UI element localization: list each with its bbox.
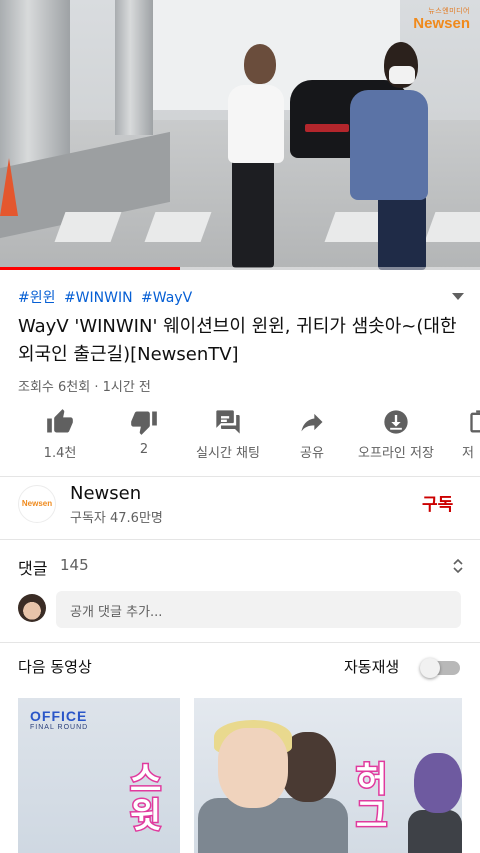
video-progress-bar[interactable] [0,267,480,270]
subscribe-button[interactable]: 구독 [422,490,453,515]
like-button[interactable]: 1.4천 [40,408,80,461]
up-next-title: 다음 동영상 [18,658,92,676]
thumbs-down-icon [131,411,157,435]
hashtag-row: #윈윈 #WINWIN #WayV [18,287,196,307]
thumbnail-person [218,728,288,808]
video-frame-pillar [115,0,153,135]
video-frame-person [228,85,284,163]
divider [0,642,480,643]
comments-count: 145 [60,556,89,574]
share-label: 공유 [300,446,324,461]
hashtag-link[interactable]: #WINWIN [64,290,133,306]
thumbnail-caption-left: 스윗 [128,760,162,836]
video-frame-crosswalk [144,212,212,242]
share-icon [301,413,323,432]
user-avatar [18,594,46,622]
save-playlist-icon [470,410,480,433]
video-frame-person [232,160,274,268]
channel-name[interactable]: Newsen [70,483,141,504]
thumbnail-brand: OFFICE [30,708,88,724]
live-chat-button[interactable]: 실시간 채팅 [188,408,268,461]
dislike-count: 2 [139,442,149,457]
live-chat-icon [216,410,240,434]
download-icon [384,410,408,434]
add-comment-input[interactable]: 공개 댓글 추가... [56,591,461,628]
divider [0,539,480,540]
save-to-playlist-label: 저 [462,446,474,461]
autoplay-label: 자동재생 [344,658,400,676]
channel-watermark: 뉴스엔미디어 Newsen [413,6,470,31]
like-count: 1.4천 [43,446,77,461]
autoplay-toggle-knob [420,658,440,678]
watermark-logo: Newsen [413,15,470,32]
video-frame-mask [389,66,415,84]
channel-avatar[interactable]: Newsen [18,485,56,523]
share-button[interactable]: 공유 [292,408,332,461]
video-frame-person [378,195,426,270]
offline-download-label: 오프라인 저장 [358,446,434,461]
video-frame-crosswalk [54,212,122,242]
subscriber-count: 구독자 47.6만명 [70,511,163,526]
channel-avatar-logo: Newsen [21,499,53,508]
thumbnail-person [408,810,462,853]
thumbnail-person [414,753,462,813]
live-chat-label: 실시간 채팅 [196,446,260,461]
video-frame-person [244,44,276,84]
divider [0,476,480,477]
thumbnail-light-strip [180,698,194,853]
thumbs-up-icon [47,409,73,433]
expand-description-icon[interactable] [452,293,464,300]
video-player[interactable]: 뉴스엔미디어 Newsen [0,0,480,270]
thumbnail-person [198,798,348,853]
video-frame-car-light [305,124,349,132]
action-bar: 1.4천 2 실시간 채팅 공유 오프라인 저장 저 [0,408,480,464]
video-title[interactable]: WayV 'WINWIN' 웨이션브이 윈윈, 귀티가 샘솟아~(대한외국인 출… [18,313,458,369]
comments-title[interactable]: 댓글 [18,555,47,579]
autoplay-toggle[interactable] [420,658,460,678]
video-frame-traffic-cone [0,158,18,216]
thumbnail-subtitle: FINAL ROUND [30,724,89,731]
hashtag-link[interactable]: #윈윈 [18,290,56,306]
video-frame-person [350,90,428,200]
next-video-thumbnail[interactable]: OFFICE FINAL ROUND 스윗 허그 [18,698,462,853]
video-meta: 조회수 6천회 · 1시간 전 [18,380,151,395]
dislike-button[interactable]: 2 [124,408,164,457]
save-to-playlist-button[interactable]: 저 [462,408,480,461]
thumbnail-caption-right: 허그 [354,760,388,836]
hashtag-link[interactable]: #WayV [141,290,192,306]
expand-comments-icon[interactable] [452,557,464,579]
video-frame-crosswalk [424,212,480,242]
offline-download-button[interactable]: 오프라인 저장 [350,408,442,461]
video-progress-fill [0,267,180,270]
